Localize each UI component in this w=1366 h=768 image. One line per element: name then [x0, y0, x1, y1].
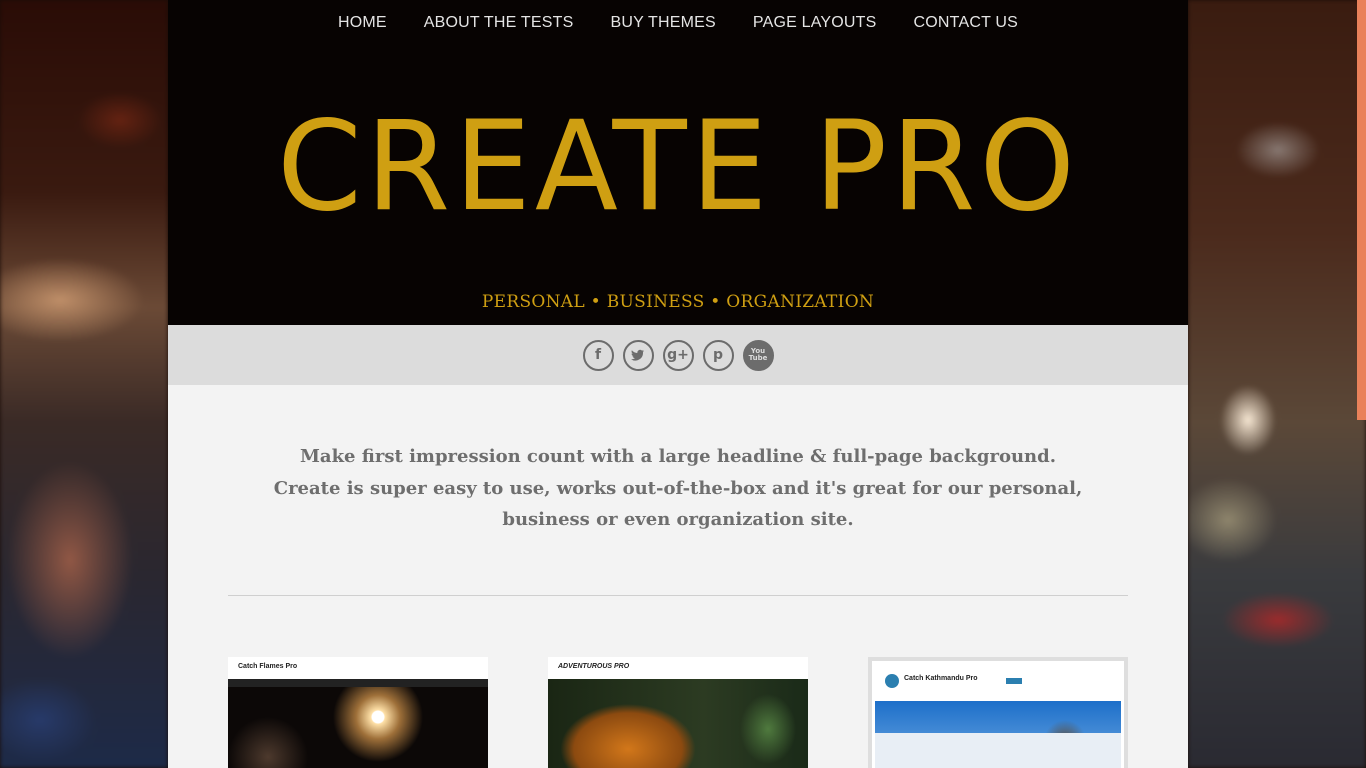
social-links-bar: f g+ p You Tube [168, 325, 1188, 385]
pinterest-icon[interactable]: p [702, 339, 734, 371]
nav-home[interactable]: HOME [319, 12, 405, 34]
nav-contact-us[interactable]: CONTACT US [895, 12, 1037, 34]
youtube-icon[interactable]: You Tube [742, 339, 774, 371]
facebook-icon[interactable]: f [582, 339, 614, 371]
intro-line-3: business or even organization site. [502, 509, 854, 530]
logo-icon [885, 674, 899, 688]
nav-about-the-tests[interactable]: ABOUT THE TESTS [405, 12, 592, 34]
scroll-accent-bar [1357, 0, 1366, 420]
intro-line-1: Make first impression count with a large… [300, 446, 1056, 467]
intro-line-2: Create is super easy to use, works out-o… [273, 477, 1083, 499]
main-navigation: HOME ABOUT THE TESTS BUY THEMES PAGE LAY… [168, 0, 1188, 34]
page-container: HOME ABOUT THE TESTS BUY THEMES PAGE LAY… [168, 0, 1188, 768]
theme-thumbnail-catch-kathmandu[interactable]: Catch Kathmandu Pro [868, 657, 1128, 768]
thumbnail-title: Catch Kathmandu Pro [904, 675, 978, 682]
nav-page-layouts[interactable]: PAGE LAYOUTS [734, 12, 895, 34]
twitter-icon[interactable] [622, 339, 654, 371]
home-tab-icon [1006, 678, 1022, 684]
theme-thumbnail-adventurous[interactable]: ADVENTUROUS PRO [548, 657, 808, 768]
google-plus-icon[interactable]: g+ [662, 339, 694, 371]
background-photo-left [0, 0, 168, 768]
main-content: Make first impression count with a large… [168, 385, 1188, 768]
thumbnail-title: ADVENTUROUS PRO [558, 663, 630, 670]
content-divider [228, 595, 1128, 596]
nav-buy-themes[interactable]: BUY THEMES [592, 12, 734, 34]
tiger-image [548, 679, 808, 768]
sparkler-image [228, 687, 488, 768]
intro-text: Make first impression count with a large… [228, 441, 1128, 536]
temple-image [875, 701, 1121, 768]
site-header: HOME ABOUT THE TESTS BUY THEMES PAGE LAY… [168, 0, 1188, 325]
site-tagline: PERSONAL • BUSINESS • ORGANIZATION [481, 292, 875, 312]
background-photo-right [1188, 0, 1366, 768]
site-title[interactable]: CREATE PRO [178, 92, 1178, 242]
theme-thumbnail-catch-flames[interactable]: Catch Flames Pro [228, 657, 488, 768]
thumbnail-title: Catch Flames Pro [238, 663, 298, 670]
theme-thumbnails: Catch Flames Pro ADVENTUROUS PRO Catch K… [228, 657, 1128, 768]
